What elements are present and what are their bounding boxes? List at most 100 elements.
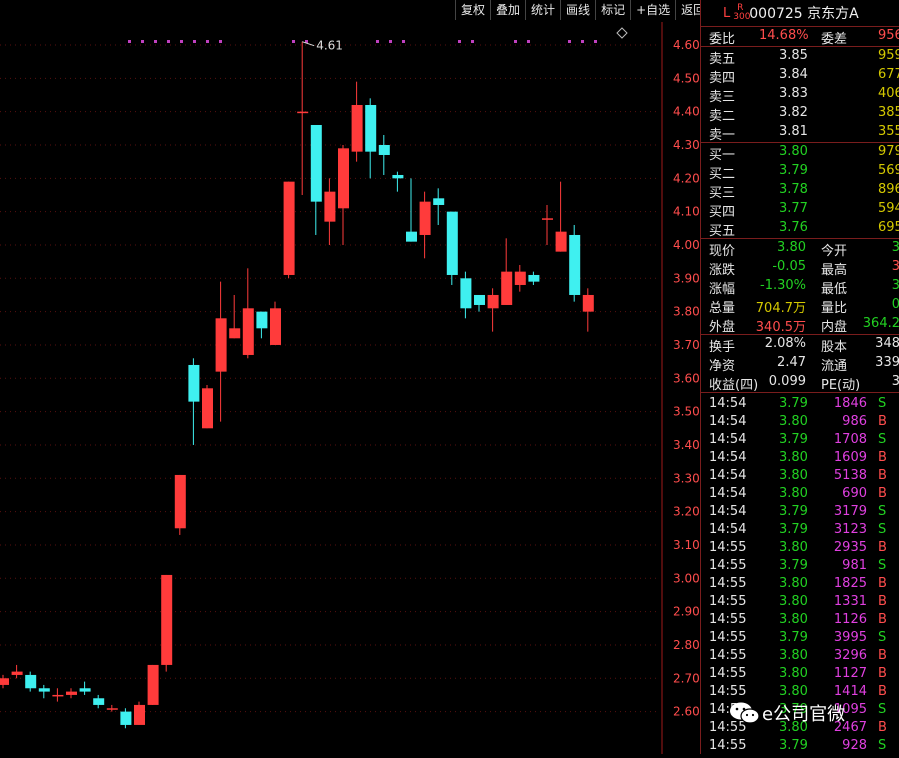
stat-row[interactable]: 现价 3.80 今开 3 bbox=[701, 239, 899, 259]
bid-level-label: 买五 bbox=[709, 224, 736, 239]
tick-row[interactable]: 14:54 3.79 3123 S bbox=[701, 521, 899, 539]
watermark-text: e公司官微 bbox=[762, 704, 846, 725]
toolbar-button-4[interactable]: 标记 bbox=[595, 0, 630, 20]
toolbar-button-0[interactable]: 复权 bbox=[455, 0, 490, 20]
tick-row[interactable]: 14:54 3.79 1708 S bbox=[701, 431, 899, 449]
bid-price: 3.79 bbox=[779, 163, 808, 178]
fundamental-value-2: 348 bbox=[875, 336, 899, 351]
ask-row[interactable]: 卖五 3.85 959 bbox=[701, 47, 899, 67]
stat-row[interactable]: 涨跌 -0.05 最高 3 bbox=[701, 258, 899, 278]
fundamental-row[interactable]: 换手 2.08% 股本 348 bbox=[701, 335, 899, 355]
stat-row[interactable]: 总量 704.7万 量比 0 bbox=[701, 296, 899, 316]
candle-body-16 bbox=[215, 318, 227, 372]
ask-row[interactable]: 卖三 3.83 406 bbox=[701, 85, 899, 105]
weibi-row[interactable]: 委比 14.68% 委差 956 bbox=[701, 27, 899, 47]
y-axis-label-16: 3.00 bbox=[673, 571, 700, 585]
tick-price: 3.79 bbox=[779, 432, 808, 447]
kline-chart-area[interactable]: 4.60 4.50 4.40 4.30 4.20 4.10 4.00 3.90 3.80 3.70… bbox=[0, 0, 700, 754]
tick-row[interactable]: 14:55 3.80 1825 B bbox=[701, 575, 899, 593]
fundamental-row[interactable]: 净资 2.47 流通 339 bbox=[701, 354, 899, 374]
toolbar-button-1[interactable]: 叠加 bbox=[490, 0, 525, 20]
stat-label-2: 内盘 bbox=[821, 320, 848, 335]
tick-volume: 1609 bbox=[833, 450, 867, 465]
tick-row[interactable]: 14:55 3.80 1127 B bbox=[701, 665, 899, 683]
bid-row[interactable]: 买三 3.78 896 bbox=[701, 181, 899, 201]
tick-row[interactable]: 14:54 3.79 1846 S bbox=[701, 395, 899, 413]
stat-row[interactable]: 外盘 340.5万 内盘 364.2 bbox=[701, 315, 899, 335]
ask-row[interactable]: 卖四 3.84 677 bbox=[701, 66, 899, 86]
bid-row[interactable]: 买一 3.80 979 bbox=[701, 143, 899, 163]
candle-body-35 bbox=[474, 294, 485, 305]
tick-side: B bbox=[878, 414, 887, 429]
tick-price: 3.80 bbox=[779, 648, 808, 663]
ask-volume: 385 bbox=[878, 105, 899, 120]
bid-row[interactable]: 买五 3.76 695 bbox=[701, 219, 899, 239]
stat-label-2: 最低 bbox=[821, 282, 848, 297]
tick-time: 14:54 bbox=[709, 504, 747, 519]
candlestick-chart[interactable]: 4.60 4.50 4.40 4.30 4.20 4.10 4.00 3.90 3.80 3.70… bbox=[0, 0, 700, 754]
tick-row[interactable]: 14:54 3.80 5138 B bbox=[701, 467, 899, 485]
quote-panel: L R 300 000725 京东方A 委比 14.68% 委差 956 卖五 3.85… bbox=[700, 0, 899, 754]
top-marker-0 bbox=[219, 40, 222, 43]
tick-row[interactable]: 14:54 3.80 1609 B bbox=[701, 449, 899, 467]
top-marker-2 bbox=[389, 40, 392, 43]
tick-row[interactable]: 14:55 3.80 3296 B bbox=[701, 647, 899, 665]
tick-volume: 3995 bbox=[833, 630, 867, 645]
candle-body-6 bbox=[79, 688, 91, 692]
candle-body-2 bbox=[25, 674, 37, 689]
price-stats: 现价 3.80 今开 3 涨跌 -0.05 最高 3 涨幅 -1.30% 最低 3 总量 704.7万 量比… bbox=[701, 238, 899, 335]
stat-label-2: 量比 bbox=[821, 301, 848, 316]
y-axis-label-6: 4.00 bbox=[673, 238, 700, 252]
candle-body-22 bbox=[297, 111, 309, 114]
bid-volume: 896 bbox=[878, 182, 899, 197]
ask-level-label: 卖三 bbox=[709, 90, 736, 105]
bid-volume: 979 bbox=[878, 144, 899, 159]
tick-row[interactable]: 14:54 3.79 3179 S bbox=[701, 503, 899, 521]
tick-time: 14:55 bbox=[709, 738, 747, 753]
tick-price: 3.80 bbox=[779, 486, 808, 501]
stat-value-2: 0 bbox=[891, 297, 899, 312]
tick-volume: 2935 bbox=[833, 540, 867, 555]
tick-price: 3.80 bbox=[779, 612, 808, 627]
candle-body-30 bbox=[406, 231, 417, 242]
tick-side: B bbox=[878, 576, 887, 591]
bid-row[interactable]: 买二 3.79 569 bbox=[701, 162, 899, 182]
fundamental-stats: 换手 2.08% 股本 348 净资 2.47 流通 339 收益(四) 0.099 PE(动) 3 bbox=[701, 334, 899, 393]
stat-label: 现价 bbox=[709, 244, 736, 259]
toolbar-button-5[interactable]: +自选 bbox=[630, 0, 675, 20]
ask-level-label: 卖一 bbox=[709, 128, 736, 143]
tick-row[interactable]: 14:55 3.79 3995 S bbox=[701, 629, 899, 647]
ask-book: 卖五 3.85 959 卖四 3.84 677 卖三 3.83 406 卖二 3.82 385 卖一 3.… bbox=[701, 46, 899, 143]
toolbar-button-3[interactable]: 画线 bbox=[560, 0, 595, 20]
tick-row[interactable]: 14:55 3.79 981 S bbox=[701, 557, 899, 575]
tick-row[interactable]: 14:55 3.80 1126 B bbox=[701, 611, 899, 629]
fundamental-row[interactable]: 收益(四) 0.099 PE(动) 3 bbox=[701, 373, 899, 393]
ask-price: 3.83 bbox=[779, 86, 808, 101]
fundamental-value: 2.47 bbox=[777, 355, 806, 370]
y-axis-label-10: 3.60 bbox=[673, 371, 700, 385]
toolbar-button-2[interactable]: 统计 bbox=[525, 0, 560, 20]
stat-row[interactable]: 涨幅 -1.30% 最低 3 bbox=[701, 277, 899, 297]
fundamental-value-2: 339 bbox=[875, 355, 899, 370]
tick-side: B bbox=[878, 594, 887, 609]
ask-price: 3.85 bbox=[779, 48, 808, 63]
top-marker-0 bbox=[128, 40, 131, 43]
bid-row[interactable]: 买四 3.77 594 bbox=[701, 200, 899, 220]
ask-row[interactable]: 卖二 3.82 385 bbox=[701, 104, 899, 124]
tick-volume: 1825 bbox=[833, 576, 867, 591]
tick-price: 3.79 bbox=[779, 558, 808, 573]
tick-row[interactable]: 14:54 3.80 690 B bbox=[701, 485, 899, 503]
tick-row[interactable]: 14:55 3.80 2935 B bbox=[701, 539, 899, 557]
y-axis-label-9: 3.70 bbox=[673, 338, 700, 352]
tick-row[interactable]: 14:55 3.80 1414 B bbox=[701, 683, 899, 701]
tick-time: 14:54 bbox=[709, 432, 747, 447]
l-indicator[interactable]: L bbox=[723, 6, 730, 21]
tick-row[interactable]: 14:55 3.80 1331 B bbox=[701, 593, 899, 611]
bid-book: 买一 3.80 979 买二 3.79 569 买三 3.78 896 买四 3.77 594 买五 3.… bbox=[701, 142, 899, 239]
tick-row[interactable]: 14:55 3.79 928 S bbox=[701, 737, 899, 755]
tick-row[interactable]: 14:54 3.80 986 B bbox=[701, 413, 899, 431]
ask-row[interactable]: 卖一 3.81 355 bbox=[701, 123, 899, 143]
tick-price: 3.79 bbox=[779, 738, 808, 753]
top-marker-0 bbox=[167, 40, 170, 43]
candle-body-12 bbox=[161, 574, 173, 665]
